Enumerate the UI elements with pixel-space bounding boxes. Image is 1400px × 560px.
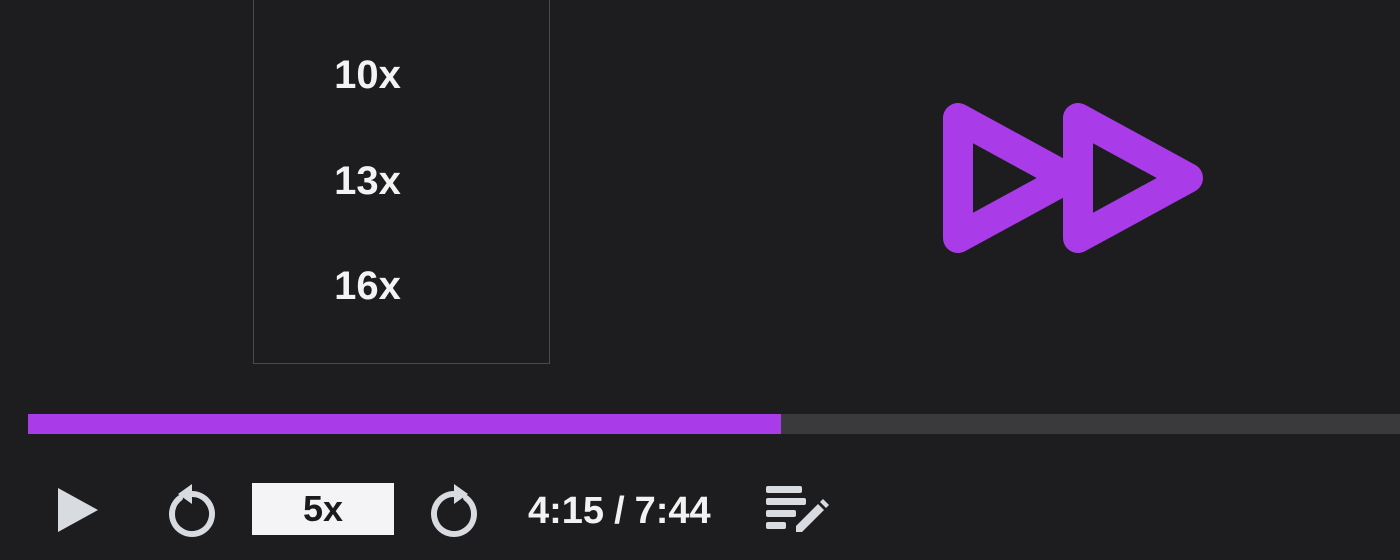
progress-bar[interactable] [28,414,1400,434]
edit-notes-icon [766,486,829,532]
play-icon [58,488,98,532]
edit-notes-button[interactable] [762,482,834,542]
time-display: 4:15/7:44 [528,486,711,536]
speed-option[interactable]: 10x [220,51,515,99]
rewind-button[interactable] [160,476,224,540]
speed-selector[interactable]: 5x [252,483,394,535]
rewind-icon [169,484,215,537]
forward-button[interactable] [422,476,486,540]
progress-fill [28,414,782,434]
current-time: 4:15 [528,490,605,532]
time-separator: / [614,490,625,532]
control-bar: 5x 4:15/7:44 [0,470,1400,550]
total-time: 7:44 [634,490,711,532]
speed-option[interactable]: 16x [220,262,515,310]
forward-icon [431,484,477,537]
play-button[interactable] [50,482,106,538]
speed-menu: 7x 10x 13x 16x [253,0,550,364]
fast-forward-icon [930,80,1210,280]
speed-option[interactable]: 7x [220,0,515,6]
speed-option[interactable]: 13x [220,157,515,205]
